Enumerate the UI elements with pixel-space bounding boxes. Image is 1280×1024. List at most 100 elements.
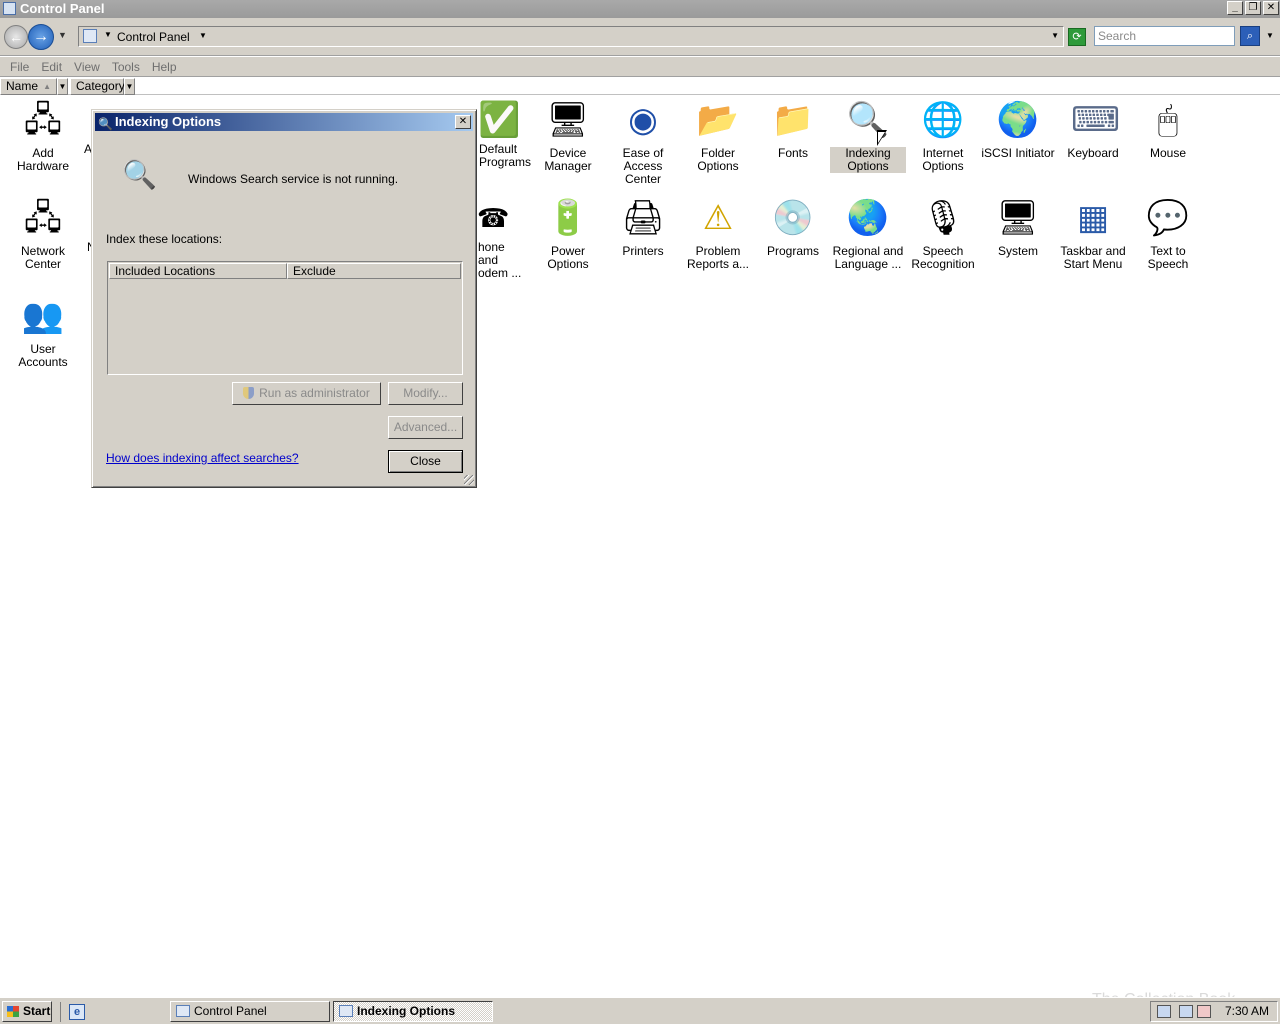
dialog-titlebar[interactable]: 🔍 Indexing Options ✕ [95,113,473,131]
indexing-options-icon [339,1005,353,1017]
user-accounts-icon: 👥 [21,297,65,335]
cp-item-keyboard[interactable]: ⌨ Keyboard [1055,97,1131,160]
cp-item-regional-language[interactable]: 🌏 Regional and Language ... [830,195,906,271]
refresh-button[interactable]: ⟳ [1068,28,1086,46]
clock[interactable]: 7:30 AM [1225,1004,1269,1019]
address-field[interactable]: ▼ Control Panel ▼ ▼ [78,26,1064,47]
cp-item-network-center[interactable]: 🖧 Network Center [5,195,81,271]
cp-item-partial-a[interactable]: A [60,97,92,156]
network-center-icon: 🖧 [24,199,62,237]
advanced-button[interactable]: Advanced... [388,416,463,439]
network-icon[interactable] [1179,1005,1193,1018]
quick-launch: e [60,1002,160,1022]
keyboard-icon: ⌨ [1071,101,1121,139]
cp-item-fonts[interactable]: 📁 Fonts [755,97,831,160]
column-header-included-locations[interactable]: Included Locations [109,263,287,279]
category-filter-dropdown-icon[interactable]: ▼ [124,78,135,95]
system-icon: 🖥 [996,199,1040,237]
menu-file[interactable]: File [4,57,35,76]
cp-item-system[interactable]: 🖥 System [980,195,1056,258]
cp-item-indexing-options[interactable]: 🔍 Indexing Options [830,97,906,173]
cp-item-device-manager[interactable]: 🖥 Device Manager [530,97,606,173]
dialog-title: Indexing Options [115,114,222,129]
search-input[interactable]: Search [1094,26,1235,46]
text-to-speech-icon: 💬 [1146,199,1190,237]
control-panel-icon [176,1005,190,1017]
default-programs-icon: ✅ [478,101,521,139]
back-button[interactable]: ← [4,25,28,49]
control-panel-icon [83,29,97,43]
menu-tools[interactable]: Tools [106,57,146,76]
cp-item-printers[interactable]: 🖨 Printers [605,195,681,258]
cp-item-programs[interactable]: 💿 Programs [755,195,831,258]
menu-view[interactable]: View [68,57,106,76]
cp-item-mouse[interactable]: 🖱 Mouse [1130,97,1206,160]
windows-logo-icon [7,1006,19,1017]
control-panel-icon [3,2,16,15]
resize-grip[interactable] [464,475,474,485]
cp-item-power-options[interactable]: 🔋 Power Options [530,195,606,271]
menu-edit[interactable]: Edit [35,57,68,76]
cp-item-user-accounts[interactable]: 👥 User Accounts [5,293,81,369]
cp-item-speech-recognition[interactable]: 🎙 Speech Recognition [905,195,981,271]
power-options-icon: 🔋 [546,199,590,237]
indexing-options-icon: 🔍 [122,159,157,190]
breadcrumb-control-panel[interactable]: Control Panel [117,30,190,44]
forward-button[interactable]: → [28,24,54,50]
system-tray: 7:30 AM [1150,1001,1278,1022]
sort-ascending-icon: ▲ [43,82,51,91]
magnifier-icon: 🔍 [98,117,113,131]
taskbar: Start e Control Panel Indexing Options 7… [0,997,1280,1024]
cp-item-text-to-speech[interactable]: 💬 Text to Speech [1130,195,1206,271]
column-header-category[interactable]: Category [70,78,125,95]
name-filter-dropdown-icon[interactable]: ▼ [57,78,68,95]
printers-icon: 🖨 [621,199,665,237]
cp-item-phone-modem[interactable]: ☎ hone and odem ... [477,195,523,280]
chevron-down-icon[interactable]: ▼ [104,30,112,39]
column-header-bar: Name ▲ ▼ Category ▼ [0,78,1280,95]
cp-item-ease-of-access[interactable]: ◉ Ease of Access Center [605,97,681,186]
uac-shield-icon [243,387,255,399]
programs-icon: 💿 [771,199,815,237]
address-toolbar: ← → ▼ ▼ Control Panel ▼ ▼ ⟳ Search ⌕ ▼ [0,18,1280,56]
cp-item-taskbar-start-menu[interactable]: ▦ Taskbar and Start Menu [1055,195,1131,271]
menu-help[interactable]: Help [146,57,183,76]
add-hardware-icon: 🖧 [24,101,62,139]
search-options-dropdown-icon[interactable]: ▼ [1266,31,1274,40]
taskbar-icon: ▦ [1076,199,1110,237]
close-button[interactable]: Close [388,450,463,473]
restore-button[interactable]: ❐ [1245,1,1261,15]
regional-language-icon: 🌏 [846,199,890,237]
menu-bar: File Edit View Tools Help [0,57,1280,77]
column-header-exclude[interactable]: Exclude [287,263,461,279]
cp-item-iscsi-initiator[interactable]: 🌍 iSCSI Initiator [980,97,1056,160]
column-header-name[interactable]: Name ▲ [0,78,57,95]
taskbar-button-control-panel[interactable]: Control Panel [170,1001,330,1022]
indexing-help-link[interactable]: How does indexing affect searches? [106,451,299,465]
device-manager-icon: 🖥 [546,101,590,139]
security-shield-icon[interactable] [1157,1005,1171,1018]
cp-item-internet-options[interactable]: 🌐 Internet Options [905,97,981,173]
cp-item-default-programs[interactable]: ✅ Default Programs [478,97,531,169]
cp-item-problem-reports[interactable]: ⚠ Problem Reports a... [680,195,756,271]
address-dropdown-icon[interactable]: ▼ [1051,31,1059,40]
minimize-button[interactable]: _ [1227,1,1243,15]
modify-button[interactable]: Modify... [388,382,463,405]
close-window-button[interactable]: ✕ [1263,1,1279,15]
cp-item-folder-options[interactable]: 📂 Folder Options [680,97,756,173]
problem-reports-icon: ⚠ [702,199,734,237]
internet-explorer-icon[interactable]: e [69,1004,85,1020]
start-button[interactable]: Start [2,1001,52,1022]
ease-of-access-icon: ◉ [628,101,658,139]
recent-pages-dropdown-icon[interactable]: ▼ [58,30,67,40]
run-as-administrator-button[interactable]: Run as administrator [232,382,381,405]
internet-options-icon: 🌐 [921,101,965,139]
chevron-down-icon[interactable]: ▼ [199,31,207,40]
locations-list[interactable]: Included Locations Exclude [107,261,463,375]
window-titlebar[interactable]: Control Panel _ ❐ ✕ [0,0,1280,18]
dialog-close-icon[interactable]: ✕ [455,115,471,129]
volume-muted-icon[interactable] [1197,1005,1211,1018]
taskbar-button-indexing-options[interactable]: Indexing Options [333,1001,493,1022]
search-icon[interactable]: ⌕ [1240,26,1260,46]
mouse-pointer-icon [877,130,887,146]
